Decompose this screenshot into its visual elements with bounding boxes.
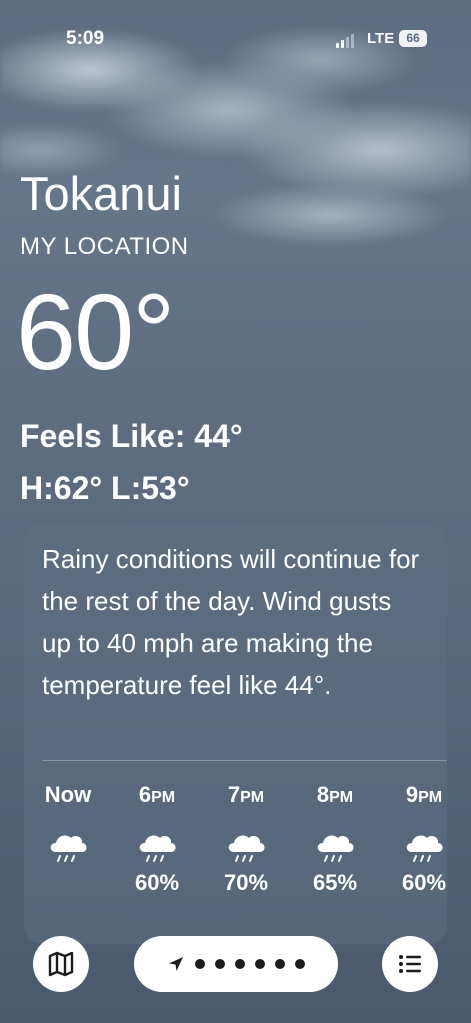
location-label: MY LOCATION bbox=[20, 233, 189, 260]
page-dot bbox=[195, 959, 205, 969]
rain-cloud-icon bbox=[50, 835, 87, 862]
list-icon bbox=[399, 955, 421, 973]
hourly-forecast-item: 7PM 70% bbox=[210, 782, 282, 896]
hour-icon-wrapper bbox=[32, 830, 104, 868]
rain-cloud-icon bbox=[317, 835, 354, 862]
city-name: Tokanui bbox=[20, 167, 182, 220]
hour-icon-wrapper bbox=[299, 830, 371, 868]
precipitation-chance: 65% bbox=[312, 870, 358, 895]
feels-like: Feels Like: 44° bbox=[20, 418, 243, 454]
page-dot bbox=[255, 959, 265, 969]
current-temperature: 60° bbox=[16, 271, 175, 392]
hour-label: Now bbox=[44, 782, 92, 807]
page-dots bbox=[195, 959, 305, 969]
page-dot bbox=[275, 959, 285, 969]
forecast-summary: Rainy conditions will continue for the r… bbox=[42, 544, 420, 700]
status-bar: 5:09 LTE 66 bbox=[0, 28, 471, 52]
map-button[interactable] bbox=[33, 936, 89, 992]
battery-icon: 66 bbox=[399, 30, 427, 47]
hour-icon-wrapper bbox=[388, 830, 447, 868]
page-dot bbox=[215, 959, 225, 969]
hourly-forecast-item: Now bbox=[32, 782, 104, 870]
location-arrow-icon bbox=[169, 957, 183, 971]
location-page-indicator[interactable] bbox=[134, 936, 338, 992]
hour-label: 7PM bbox=[227, 782, 265, 807]
hourly-forecast-item: 8PM 65% bbox=[299, 782, 371, 896]
hourly-forecast-item: 9PM 60% bbox=[388, 782, 447, 896]
hourly-forecast-item: 6PM 60% bbox=[121, 782, 193, 896]
hour-label: 9PM bbox=[405, 782, 443, 807]
map-icon bbox=[48, 951, 74, 977]
precipitation-chance: 60% bbox=[401, 870, 447, 895]
hour-label: 8PM bbox=[316, 782, 354, 807]
status-time: 5:09 bbox=[66, 28, 105, 49]
network-type: LTE bbox=[367, 30, 395, 47]
bottom-toolbar bbox=[0, 930, 471, 1000]
rain-cloud-icon bbox=[139, 835, 176, 862]
divider bbox=[42, 760, 447, 761]
hourly-forecast-card[interactable]: Rainy conditions will continue for the r… bbox=[24, 524, 447, 944]
hour-icon-wrapper bbox=[121, 830, 193, 868]
high-low: H:62° L:53° bbox=[20, 470, 190, 506]
location-list-button[interactable] bbox=[382, 936, 438, 992]
hour-label: 6PM bbox=[138, 782, 176, 807]
page-dot bbox=[235, 959, 245, 969]
cellular-signal-icon bbox=[336, 34, 354, 48]
precipitation-chance: 60% bbox=[134, 870, 180, 895]
page-dot bbox=[295, 959, 305, 969]
precipitation-chance: 70% bbox=[223, 870, 269, 895]
rain-cloud-icon bbox=[406, 835, 443, 862]
hour-icon-wrapper bbox=[210, 830, 282, 868]
rain-cloud-icon bbox=[228, 835, 265, 862]
